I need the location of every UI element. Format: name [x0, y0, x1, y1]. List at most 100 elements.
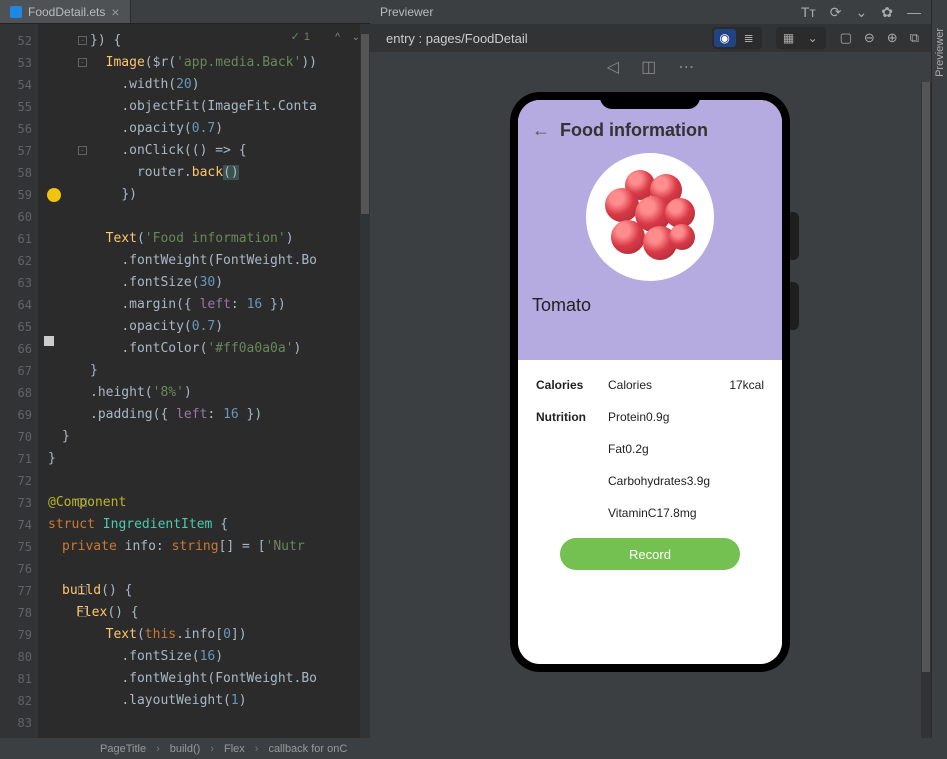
line-number[interactable]: 68: [0, 382, 32, 404]
page-title: Food information: [560, 120, 708, 141]
line-number-gutter[interactable]: 5253545556575859606162636465666768697071…: [0, 24, 38, 738]
grid-icon[interactable]: ▦: [778, 29, 800, 47]
record-button-label: Record: [629, 547, 671, 562]
nutrient-name: Carbohydrates: [608, 474, 687, 488]
line-number[interactable]: 63: [0, 272, 32, 294]
minimize-icon[interactable]: —: [907, 4, 921, 21]
zoom-in-icon[interactable]: ⊕: [887, 30, 898, 46]
line-number[interactable]: 65: [0, 316, 32, 338]
previewer-titlebar: Previewer Tᴛ ⟳ ⌄ ✿ —: [370, 0, 931, 24]
gear-icon[interactable]: ✿: [881, 4, 893, 21]
line-number[interactable]: 62: [0, 250, 32, 272]
phone-frame: ← Food information: [510, 92, 790, 672]
food-name: Tomato: [532, 295, 768, 316]
tag-icon[interactable]: ⌄: [856, 4, 868, 21]
breadcrumb-item[interactable]: callback for onC: [268, 743, 347, 755]
app-header: ← Food information: [518, 100, 782, 360]
line-number[interactable]: 61: [0, 228, 32, 250]
line-number[interactable]: 60: [0, 206, 32, 228]
calories-name: Calories: [608, 378, 704, 392]
back-icon[interactable]: ◁: [607, 57, 619, 77]
ets-file-icon: [10, 6, 22, 18]
line-number[interactable]: 54: [0, 74, 32, 96]
layers-icon[interactable]: ≣: [738, 29, 760, 47]
previewer-nav-bar: ◁ ◫ ⋯: [370, 52, 931, 82]
scrollbar-thumb[interactable]: [361, 34, 369, 214]
line-number[interactable]: 81: [0, 668, 32, 690]
nutrient-name: Fat: [608, 442, 625, 456]
previewer-canvas[interactable]: ← Food information: [370, 82, 931, 738]
line-number[interactable]: 73: [0, 492, 32, 514]
line-number[interactable]: 76: [0, 558, 32, 580]
zoom-out-icon[interactable]: ⊖: [864, 30, 875, 46]
right-rail-label[interactable]: Previewer: [934, 28, 946, 77]
view-mode-toggle[interactable]: ◉ ≣: [712, 27, 762, 49]
right-tool-rail[interactable]: Previewer: [931, 0, 947, 738]
line-number[interactable]: 52: [0, 30, 32, 52]
nutrient-value: 17.8mg: [656, 506, 696, 520]
line-number[interactable]: 72: [0, 470, 32, 492]
line-number[interactable]: 79: [0, 624, 32, 646]
chevron-down-icon[interactable]: ⌄: [802, 29, 824, 47]
record-button[interactable]: Record: [560, 538, 740, 570]
line-number[interactable]: 67: [0, 360, 32, 382]
breadcrumb[interactable]: PageTitle build() Flex callback for onC: [0, 738, 947, 759]
calories-row: Calories Calories 17kcal: [536, 378, 764, 392]
close-icon[interactable]: ×: [111, 5, 119, 19]
text-size-icon[interactable]: Tᴛ: [801, 4, 816, 21]
nutrient-value: 3.9g: [687, 474, 710, 488]
nutrition-section-label: Nutrition: [536, 410, 608, 424]
nutrition-row: VitaminC17.8mg: [536, 506, 764, 520]
eye-icon[interactable]: ◉: [714, 29, 736, 47]
split-icon[interactable]: ◫: [641, 57, 656, 77]
editor-tab-fooddetail[interactable]: FoodDetail.ets ×: [0, 0, 131, 23]
editor-scrollbar[interactable]: [360, 24, 370, 738]
line-number[interactable]: 70: [0, 426, 32, 448]
line-number[interactable]: 53: [0, 52, 32, 74]
breadcrumb-item[interactable]: Flex: [224, 743, 245, 755]
line-number[interactable]: 80: [0, 646, 32, 668]
line-number[interactable]: 83: [0, 712, 32, 734]
line-number[interactable]: 66: [0, 338, 32, 360]
layout-mode-toggle[interactable]: ▦ ⌄: [776, 27, 826, 49]
previewer-entry-bar: entry : pages/FoodDetail ◉ ≣ ▦ ⌄ ▢ ⊖ ⊕ ⧉: [370, 24, 931, 52]
scrollbar-thumb[interactable]: [922, 82, 930, 672]
line-number[interactable]: 82: [0, 690, 32, 712]
breadcrumb-item[interactable]: PageTitle: [100, 743, 146, 755]
calories-section-label: Calories: [536, 378, 608, 392]
entry-label: entry : pages/FoodDetail: [386, 31, 528, 46]
calories-value: 17kcal: [704, 378, 764, 392]
line-number[interactable]: 57: [0, 140, 32, 162]
nutrition-row: NutritionProtein0.9g: [536, 410, 764, 424]
nutrient-value: 0.9g: [646, 410, 669, 424]
back-arrow-icon[interactable]: ←: [532, 120, 550, 141]
code-editor[interactable]: }) { Image($r('app.media.Back')) .width(…: [38, 24, 370, 738]
more-icon[interactable]: ⋯: [678, 57, 694, 77]
breadcrumb-item[interactable]: build(): [170, 743, 201, 755]
previewer-pane: Previewer Tᴛ ⟳ ⌄ ✿ — entry : pages/FoodD…: [370, 0, 931, 738]
editor-tabbar: FoodDetail.ets ×: [0, 0, 370, 24]
line-number[interactable]: 56: [0, 118, 32, 140]
crop-icon[interactable]: ▢: [840, 30, 852, 46]
line-number[interactable]: 64: [0, 294, 32, 316]
line-number[interactable]: 69: [0, 404, 32, 426]
line-number[interactable]: 55: [0, 96, 32, 118]
nutrition-row: Fat0.2g: [536, 442, 764, 456]
line-number[interactable]: 71: [0, 448, 32, 470]
phone-volume-icon: [789, 212, 799, 260]
line-number[interactable]: 58: [0, 162, 32, 184]
refresh-icon[interactable]: ⟳: [830, 4, 842, 21]
nutrient-name: Protein: [608, 410, 646, 424]
screenshot-icon[interactable]: ⧉: [910, 30, 919, 46]
nutrition-panel: Calories Calories 17kcal NutritionProtei…: [518, 360, 782, 664]
line-number[interactable]: 59: [0, 184, 32, 206]
nutrition-row: Carbohydrates3.9g: [536, 474, 764, 488]
food-image: [586, 153, 714, 281]
phone-screen: ← Food information: [518, 100, 782, 664]
previewer-scrollbar[interactable]: [921, 82, 931, 738]
line-number[interactable]: 74: [0, 514, 32, 536]
line-number[interactable]: 77: [0, 580, 32, 602]
line-number[interactable]: 75: [0, 536, 32, 558]
editor-pane: FoodDetail.ets × 1 ^ ⌄ 52535455565758596…: [0, 0, 370, 738]
line-number[interactable]: 78: [0, 602, 32, 624]
